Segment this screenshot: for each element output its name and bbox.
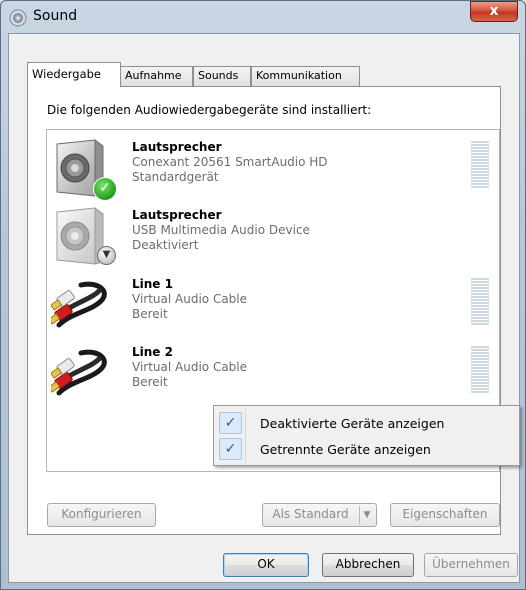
window-title: Sound xyxy=(33,8,78,24)
device-driver: USB Multimedia Audio Device xyxy=(132,223,310,237)
menu-item-show-disconnected-devices[interactable]: ✓ Getrennte Geräte anzeigen xyxy=(216,437,517,462)
close-button[interactable]: x xyxy=(470,1,518,22)
disabled-down-arrow-icon: ▼ xyxy=(97,246,116,265)
title-bar[interactable]: Sound x xyxy=(0,0,526,34)
device-item-line-1[interactable]: Line 1 Virtual Audio Cable Bereit xyxy=(47,267,499,333)
apply-button[interactable]: Übernehmen xyxy=(424,553,518,577)
volume-level-meter xyxy=(471,278,489,326)
configure-button[interactable]: Konfigurieren xyxy=(47,503,156,527)
rca-cable-icon xyxy=(51,349,107,396)
device-list-context-menu: ✓ Deaktivierte Geräte anzeigen ✓ Getrenn… xyxy=(213,405,520,466)
default-device-check-icon: ✓ xyxy=(93,177,117,201)
volume-level-meter xyxy=(471,141,489,189)
device-state: Bereit xyxy=(132,307,168,321)
menu-item-label: Deaktivierte Geräte anzeigen xyxy=(260,416,445,431)
device-name: Line 1 xyxy=(132,277,173,291)
volume-level-meter xyxy=(471,346,489,394)
rca-cable-icon xyxy=(51,281,107,328)
device-state: Deaktiviert xyxy=(132,238,199,252)
chevron-down-icon[interactable]: ▼ xyxy=(359,506,374,524)
checkmark-icon: ✓ xyxy=(219,438,242,460)
tab-kommunikation[interactable]: Kommunikation xyxy=(251,66,360,86)
device-driver: Conexant 20561 SmartAudio HD xyxy=(132,155,328,169)
device-state: Standardgerät xyxy=(132,170,219,184)
menu-item-show-disabled-devices[interactable]: ✓ Deaktivierte Geräte anzeigen xyxy=(216,411,517,436)
device-state: Bereit xyxy=(132,375,168,389)
device-driver: Virtual Audio Cable xyxy=(132,292,248,306)
sound-app-icon xyxy=(9,9,27,27)
ok-button[interactable]: OK xyxy=(223,553,309,577)
checkmark-icon: ✓ xyxy=(219,412,242,434)
tab-sounds[interactable]: Sounds xyxy=(193,66,251,86)
set-default-split-button[interactable]: Als Standard ▼ xyxy=(262,503,377,527)
device-name: Lautsprecher xyxy=(132,208,222,222)
installed-devices-description: Die folgenden Audiowiedergabegeräte sind… xyxy=(47,103,372,117)
device-name: Line 2 xyxy=(132,345,173,359)
device-name: Lautsprecher xyxy=(132,140,222,154)
set-default-label: Als Standard xyxy=(272,507,349,521)
tab-wiedergabe[interactable]: Wiedergabe xyxy=(27,62,121,87)
device-driver: Virtual Audio Cable xyxy=(132,360,248,374)
cancel-button[interactable]: Abbrechen xyxy=(322,553,414,577)
device-item-line-2[interactable]: Line 2 Virtual Audio Cable Bereit xyxy=(47,335,499,401)
tab-aufnahme[interactable]: Aufnahme xyxy=(120,66,193,86)
properties-button[interactable]: Eigenschaften xyxy=(390,503,500,527)
menu-item-label: Getrennte Geräte anzeigen xyxy=(260,442,431,457)
